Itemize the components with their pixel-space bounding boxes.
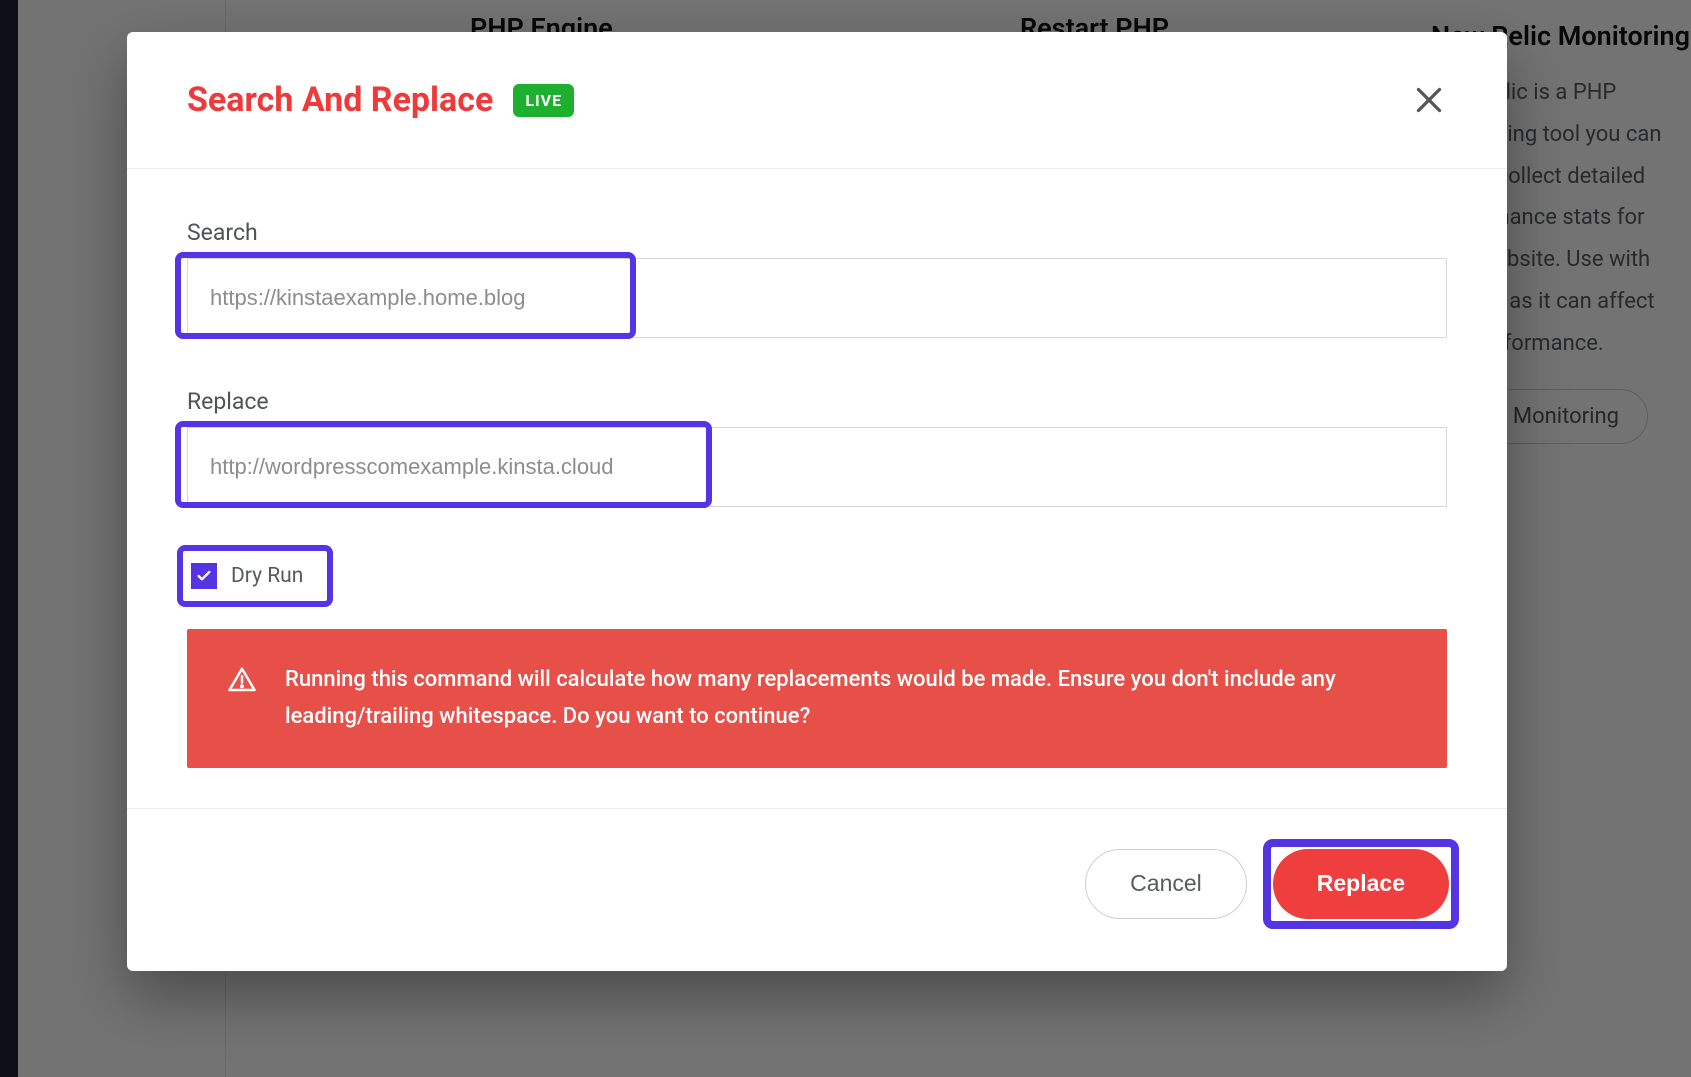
modal-body: Search Replace Dry Run [127,169,1507,808]
dry-run-label: Dry Run [231,564,303,588]
warning-text: Running this command will calculate how … [285,661,1407,736]
replace-input[interactable] [187,427,1447,507]
search-replace-modal: Search And Replace LIVE Search Replace [127,32,1507,971]
dry-run-checkbox[interactable] [191,563,217,589]
warning-icon [227,661,257,699]
dry-run-checkbox-wrap[interactable]: Dry Run [187,557,319,595]
search-input-wrap [187,258,1447,338]
cancel-button[interactable]: Cancel [1085,849,1247,919]
close-icon[interactable] [1411,82,1447,118]
replace-button[interactable]: Replace [1273,849,1449,919]
replace-label: Replace [187,388,1447,415]
search-field-block: Search [187,219,1447,338]
modal-title: Search And Replace [187,80,493,120]
modal-footer: Cancel Replace [127,808,1507,971]
warning-banner: Running this command will calculate how … [187,629,1447,768]
search-input[interactable] [187,258,1447,338]
replace-field-block: Replace [187,388,1447,507]
replace-button-wrap: Replace [1265,841,1457,927]
modal-header: Search And Replace LIVE [127,32,1507,169]
search-label: Search [187,219,1447,246]
replace-input-wrap [187,427,1447,507]
live-badge: LIVE [513,84,574,117]
